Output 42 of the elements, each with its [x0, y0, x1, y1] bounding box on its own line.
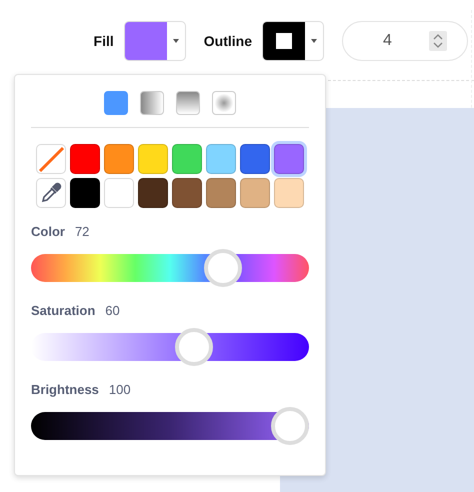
eyedropper-button[interactable] — [36, 178, 66, 208]
color-swatch[interactable] — [70, 178, 100, 208]
slider-thumb[interactable] — [175, 328, 213, 366]
color-swatch[interactable] — [70, 144, 100, 174]
solid-fill-button[interactable] — [104, 91, 128, 115]
caret-icon — [172, 39, 179, 43]
color-swatch[interactable] — [172, 178, 202, 208]
eyedropper-icon — [40, 182, 62, 204]
color-swatch[interactable] — [206, 178, 236, 208]
color-swatch[interactable] — [104, 178, 134, 208]
gradient-fill-button[interactable] — [176, 91, 200, 115]
outline-color-button[interactable] — [262, 21, 324, 61]
color-swatch[interactable] — [138, 178, 168, 208]
slash-icon — [38, 146, 64, 172]
slider-value: 72 — [74, 224, 90, 239]
color-swatch[interactable] — [104, 144, 134, 174]
slider-thumb[interactable] — [271, 407, 309, 445]
slider-label: Brightness — [31, 382, 99, 397]
slider-value: 100 — [108, 382, 131, 397]
color-swatch[interactable] — [240, 144, 270, 174]
slider-label: Saturation — [31, 303, 96, 318]
outline-label: Outline — [204, 33, 252, 49]
fill-color-button[interactable] — [124, 21, 186, 61]
gradient-fill-button[interactable] — [212, 91, 236, 115]
color-swatch[interactable] — [172, 144, 202, 174]
no-color-swatch[interactable] — [36, 144, 66, 174]
color-swatch[interactable] — [240, 178, 270, 208]
fill-label: Fill — [94, 33, 114, 49]
outline-width-field[interactable]: 4 — [342, 21, 468, 61]
color-swatch[interactable] — [206, 144, 236, 174]
slider-thumb[interactable] — [204, 249, 242, 287]
stepper-icon[interactable] — [429, 31, 447, 51]
slider[interactable] — [31, 249, 309, 287]
color-swatch[interactable] — [138, 144, 168, 174]
caret-icon — [311, 39, 317, 43]
gradient-fill-button[interactable] — [140, 91, 164, 115]
slider-label: Color — [31, 224, 65, 239]
slider-value: 60 — [105, 303, 120, 318]
slider[interactable] — [31, 328, 309, 366]
color-swatch[interactable] — [274, 178, 304, 208]
color-swatch[interactable] — [274, 144, 304, 174]
slider[interactable] — [31, 407, 309, 445]
